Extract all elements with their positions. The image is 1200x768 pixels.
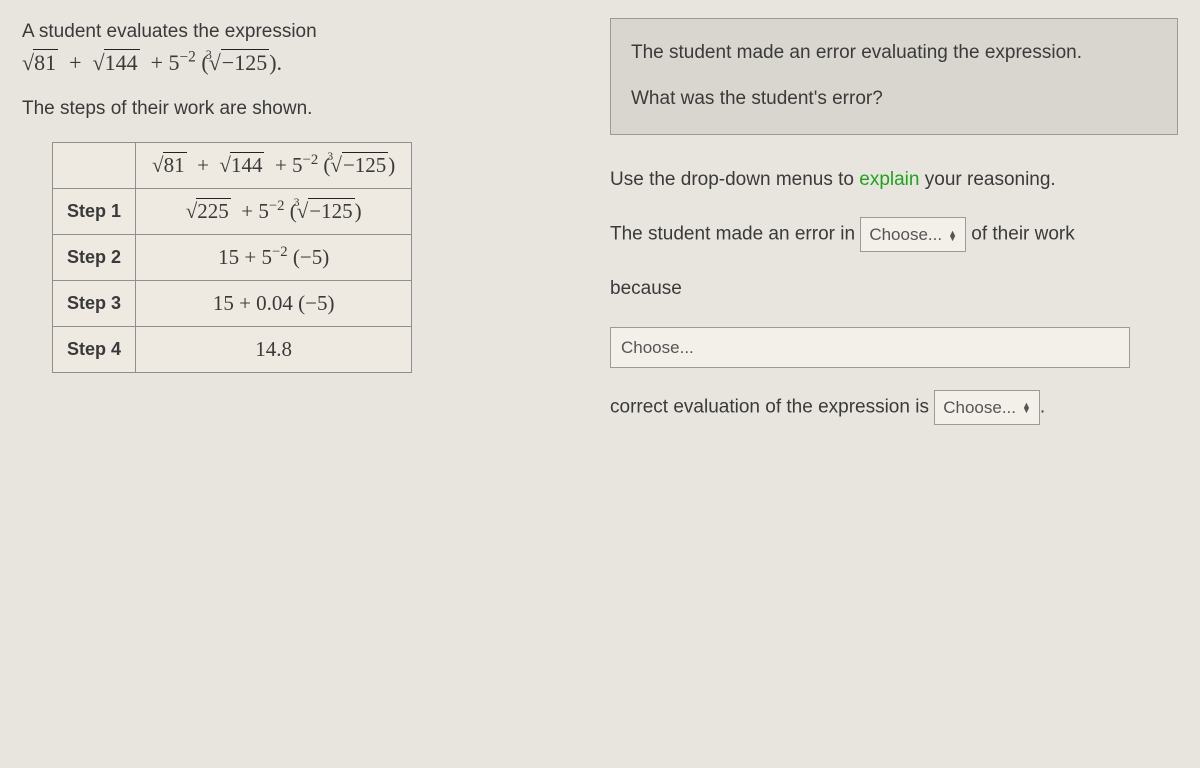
table-row: Step 2 15 + 5−2 (−5) [53, 234, 412, 280]
dropdown-step[interactable]: Choose...▲▼ [860, 217, 966, 252]
row2-expression: 15 + 5−2 (−5) [136, 234, 412, 280]
because-text: because [610, 274, 1178, 304]
table-row: 81 + 144 + 5−2 (3−125) [53, 142, 412, 188]
table-row: Step 1 225 + 5−2 (3−125) [53, 188, 412, 234]
prompt-box: The student made an error evaluating the… [610, 18, 1178, 135]
row1-expression: 225 + 5−2 (3−125) [136, 188, 412, 234]
dropdown-reason[interactable]: Choose... [610, 327, 1130, 368]
step-label: Step 1 [53, 188, 136, 234]
table-row: Step 4 14.8 [53, 326, 412, 372]
sentence-3: correct evaluation of the expression is … [610, 390, 1178, 425]
chevron-updown-icon: ▲▼ [948, 231, 957, 241]
row0-expression: 81 + 144 + 5−2 (3−125) [136, 142, 412, 188]
step-label: Step 3 [53, 280, 136, 326]
step-label: Step 4 [53, 326, 136, 372]
steps-shown-text: The steps of their work are shown. [22, 98, 578, 120]
row3-expression: 15 + 0.04 (−5) [136, 280, 412, 326]
sentence-1: The student made an error in Choose...▲▼… [610, 217, 1178, 252]
dropdown-answer[interactable]: Choose...▲▼ [934, 390, 1040, 425]
chevron-updown-icon: ▲▼ [1022, 403, 1031, 413]
intro-text: A student evaluates the expression [22, 18, 578, 46]
original-expression: 81 + 144 + 5−2 (3−125). [22, 50, 578, 76]
work-steps-table: 81 + 144 + 5−2 (3−125) Step 1 225 + 5−2 … [52, 142, 412, 373]
table-row: Step 3 15 + 0.04 (−5) [53, 280, 412, 326]
step-label: Step 2 [53, 234, 136, 280]
prompt-line-1: The student made an error evaluating the… [631, 37, 1157, 69]
instruction-text: Use the drop-down menus to explain your … [610, 165, 1178, 195]
row4-expression: 14.8 [136, 326, 412, 372]
prompt-line-2: What was the student's error? [631, 83, 1157, 115]
